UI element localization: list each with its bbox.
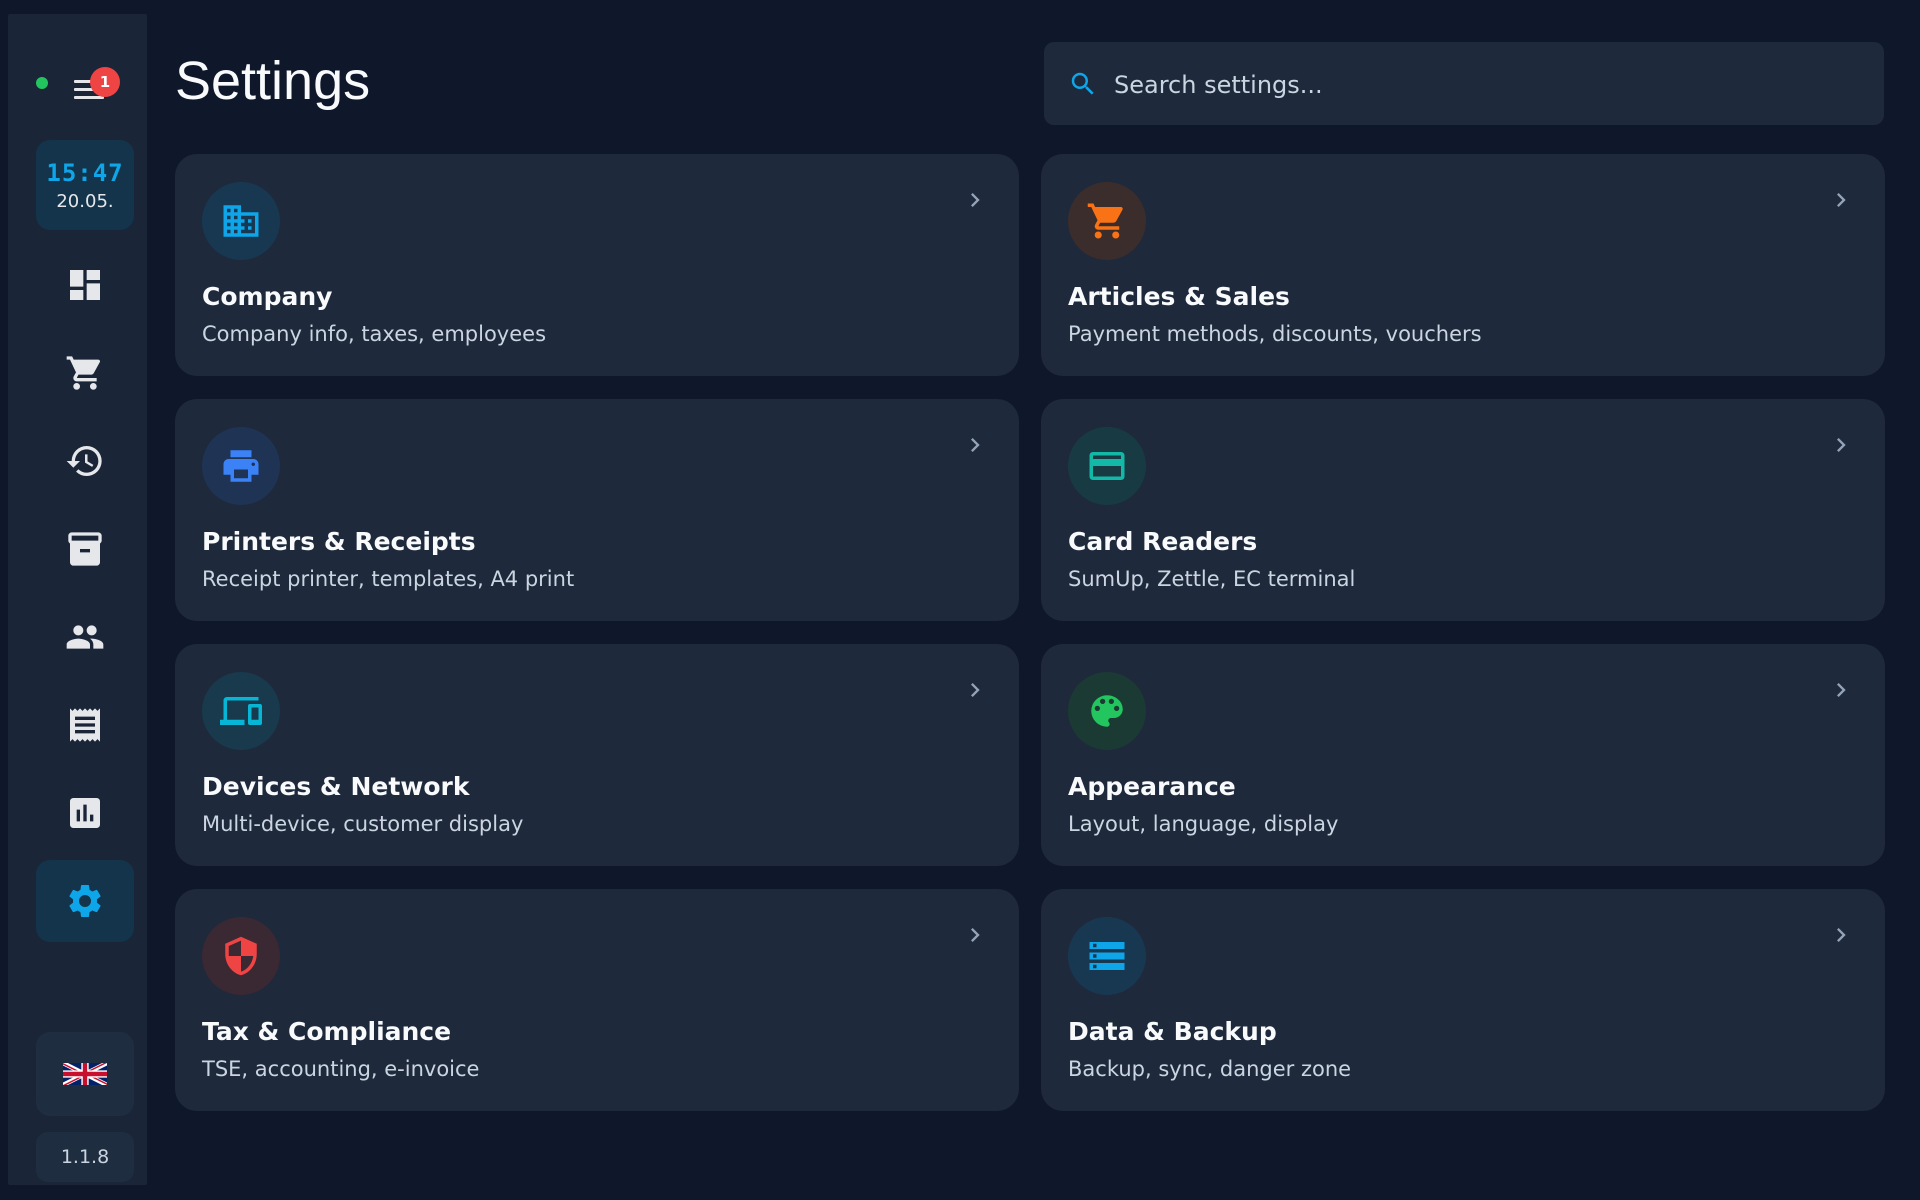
card-subtitle: SumUp, Zettle, EC terminal [1068,567,1356,591]
cart-icon [66,356,101,390]
language-selector[interactable] [36,1032,134,1116]
clock-widget: 15:47 20.05. [36,140,134,230]
chevron-right-icon [1837,438,1846,452]
settings-card-card-readers[interactable]: Card Readers SumUp, Zettle, EC terminal [1041,399,1885,621]
card-subtitle: Backup, sync, danger zone [1068,1057,1352,1081]
clock-time: 15:47 [46,158,124,187]
settings-card-articles-sales[interactable]: Articles & Sales Payment methods, discou… [1041,154,1885,376]
settings-card-devices-network[interactable]: Devices & Network Multi-device, customer… [175,644,1019,866]
gear-icon [69,884,101,917]
dashboard-icon [70,270,100,300]
card-title: Articles & Sales [1068,282,1290,311]
nav-item-receipts[interactable] [36,684,134,766]
settings-card-data-backup[interactable]: Data & Backup Backup, sync, danger zone [1041,889,1885,1111]
card-subtitle: Layout, language, display [1068,812,1339,836]
uk-flag-icon [63,1063,107,1085]
search-input[interactable] [1112,42,1856,127]
receipt-icon [70,708,100,742]
building-icon [223,205,259,237]
page-title: Settings [175,51,371,111]
nav-item-dashboard[interactable] [36,244,134,326]
card-subtitle: Multi-device, customer display [202,812,524,836]
nav-item-reports[interactable] [36,772,134,854]
chevron-right-icon [971,438,980,452]
card-icon-badge [202,427,280,505]
shield-icon [225,936,257,976]
chevron-right-icon [1837,193,1846,207]
printer-icon [223,450,259,482]
online-status-dot [36,77,48,89]
palette-icon [1091,695,1123,727]
settings-card-tax-compliance[interactable]: Tax & Compliance TSE, accounting, e-invo… [175,889,1019,1111]
settings-card-appearance[interactable]: Appearance Layout, language, display [1041,644,1885,866]
card-title: Card Readers [1068,527,1258,556]
nav-item-history[interactable] [36,420,134,502]
card-subtitle: TSE, accounting, e-invoice [202,1057,480,1081]
card-icon-badge [1068,427,1146,505]
search-icon [1071,72,1094,95]
card-subtitle: Receipt printer, templates, A4 print [202,567,575,591]
clock-date: 20.05. [56,190,114,212]
chevron-right-icon [1837,683,1846,697]
people-icon [66,625,104,649]
app-version: 1.1.8 [36,1132,134,1182]
settings-card-company[interactable]: Company Company info, taxes, employees [175,154,1019,376]
storage-icon [1089,942,1125,970]
card-title: Company [202,282,333,311]
card-title: Devices & Network [202,772,470,801]
credit-card-icon [1089,452,1125,480]
card-icon-badge [1068,917,1146,995]
card-icon-badge [202,182,280,260]
chevron-right-icon [971,683,980,697]
card-title: Appearance [1068,772,1236,801]
search-bar[interactable] [1044,42,1884,127]
archive-icon [68,532,102,566]
notification-badge: 1 [90,67,120,97]
chevron-right-icon [971,928,980,942]
card-title: Data & Backup [1068,1017,1277,1046]
card-subtitle: Company info, taxes, employees [202,322,547,346]
card-title: Tax & Compliance [202,1017,452,1046]
card-icon-badge [1068,672,1146,750]
sidebar: 1 15:47 20.05. 1.1.8 [8,14,147,1185]
cart-icon [1087,203,1123,239]
card-icon-badge [202,672,280,750]
nav-item-settings[interactable] [36,860,134,942]
card-subtitle: Payment methods, discounts, vouchers [1068,322,1482,346]
settings-card-printers-receipts[interactable]: Printers & Receipts Receipt printer, tem… [175,399,1019,621]
card-icon-badge [1068,182,1146,260]
chevron-right-icon [1837,928,1846,942]
chevron-right-icon [971,193,980,207]
devices-icon [220,697,262,725]
history-icon [66,446,102,476]
nav-item-archive[interactable] [36,508,134,590]
nav-item-cart[interactable] [36,332,134,414]
bar-chart-icon [70,798,100,828]
card-title: Printers & Receipts [202,527,476,556]
nav-item-customers[interactable] [36,596,134,678]
card-icon-badge [202,917,280,995]
